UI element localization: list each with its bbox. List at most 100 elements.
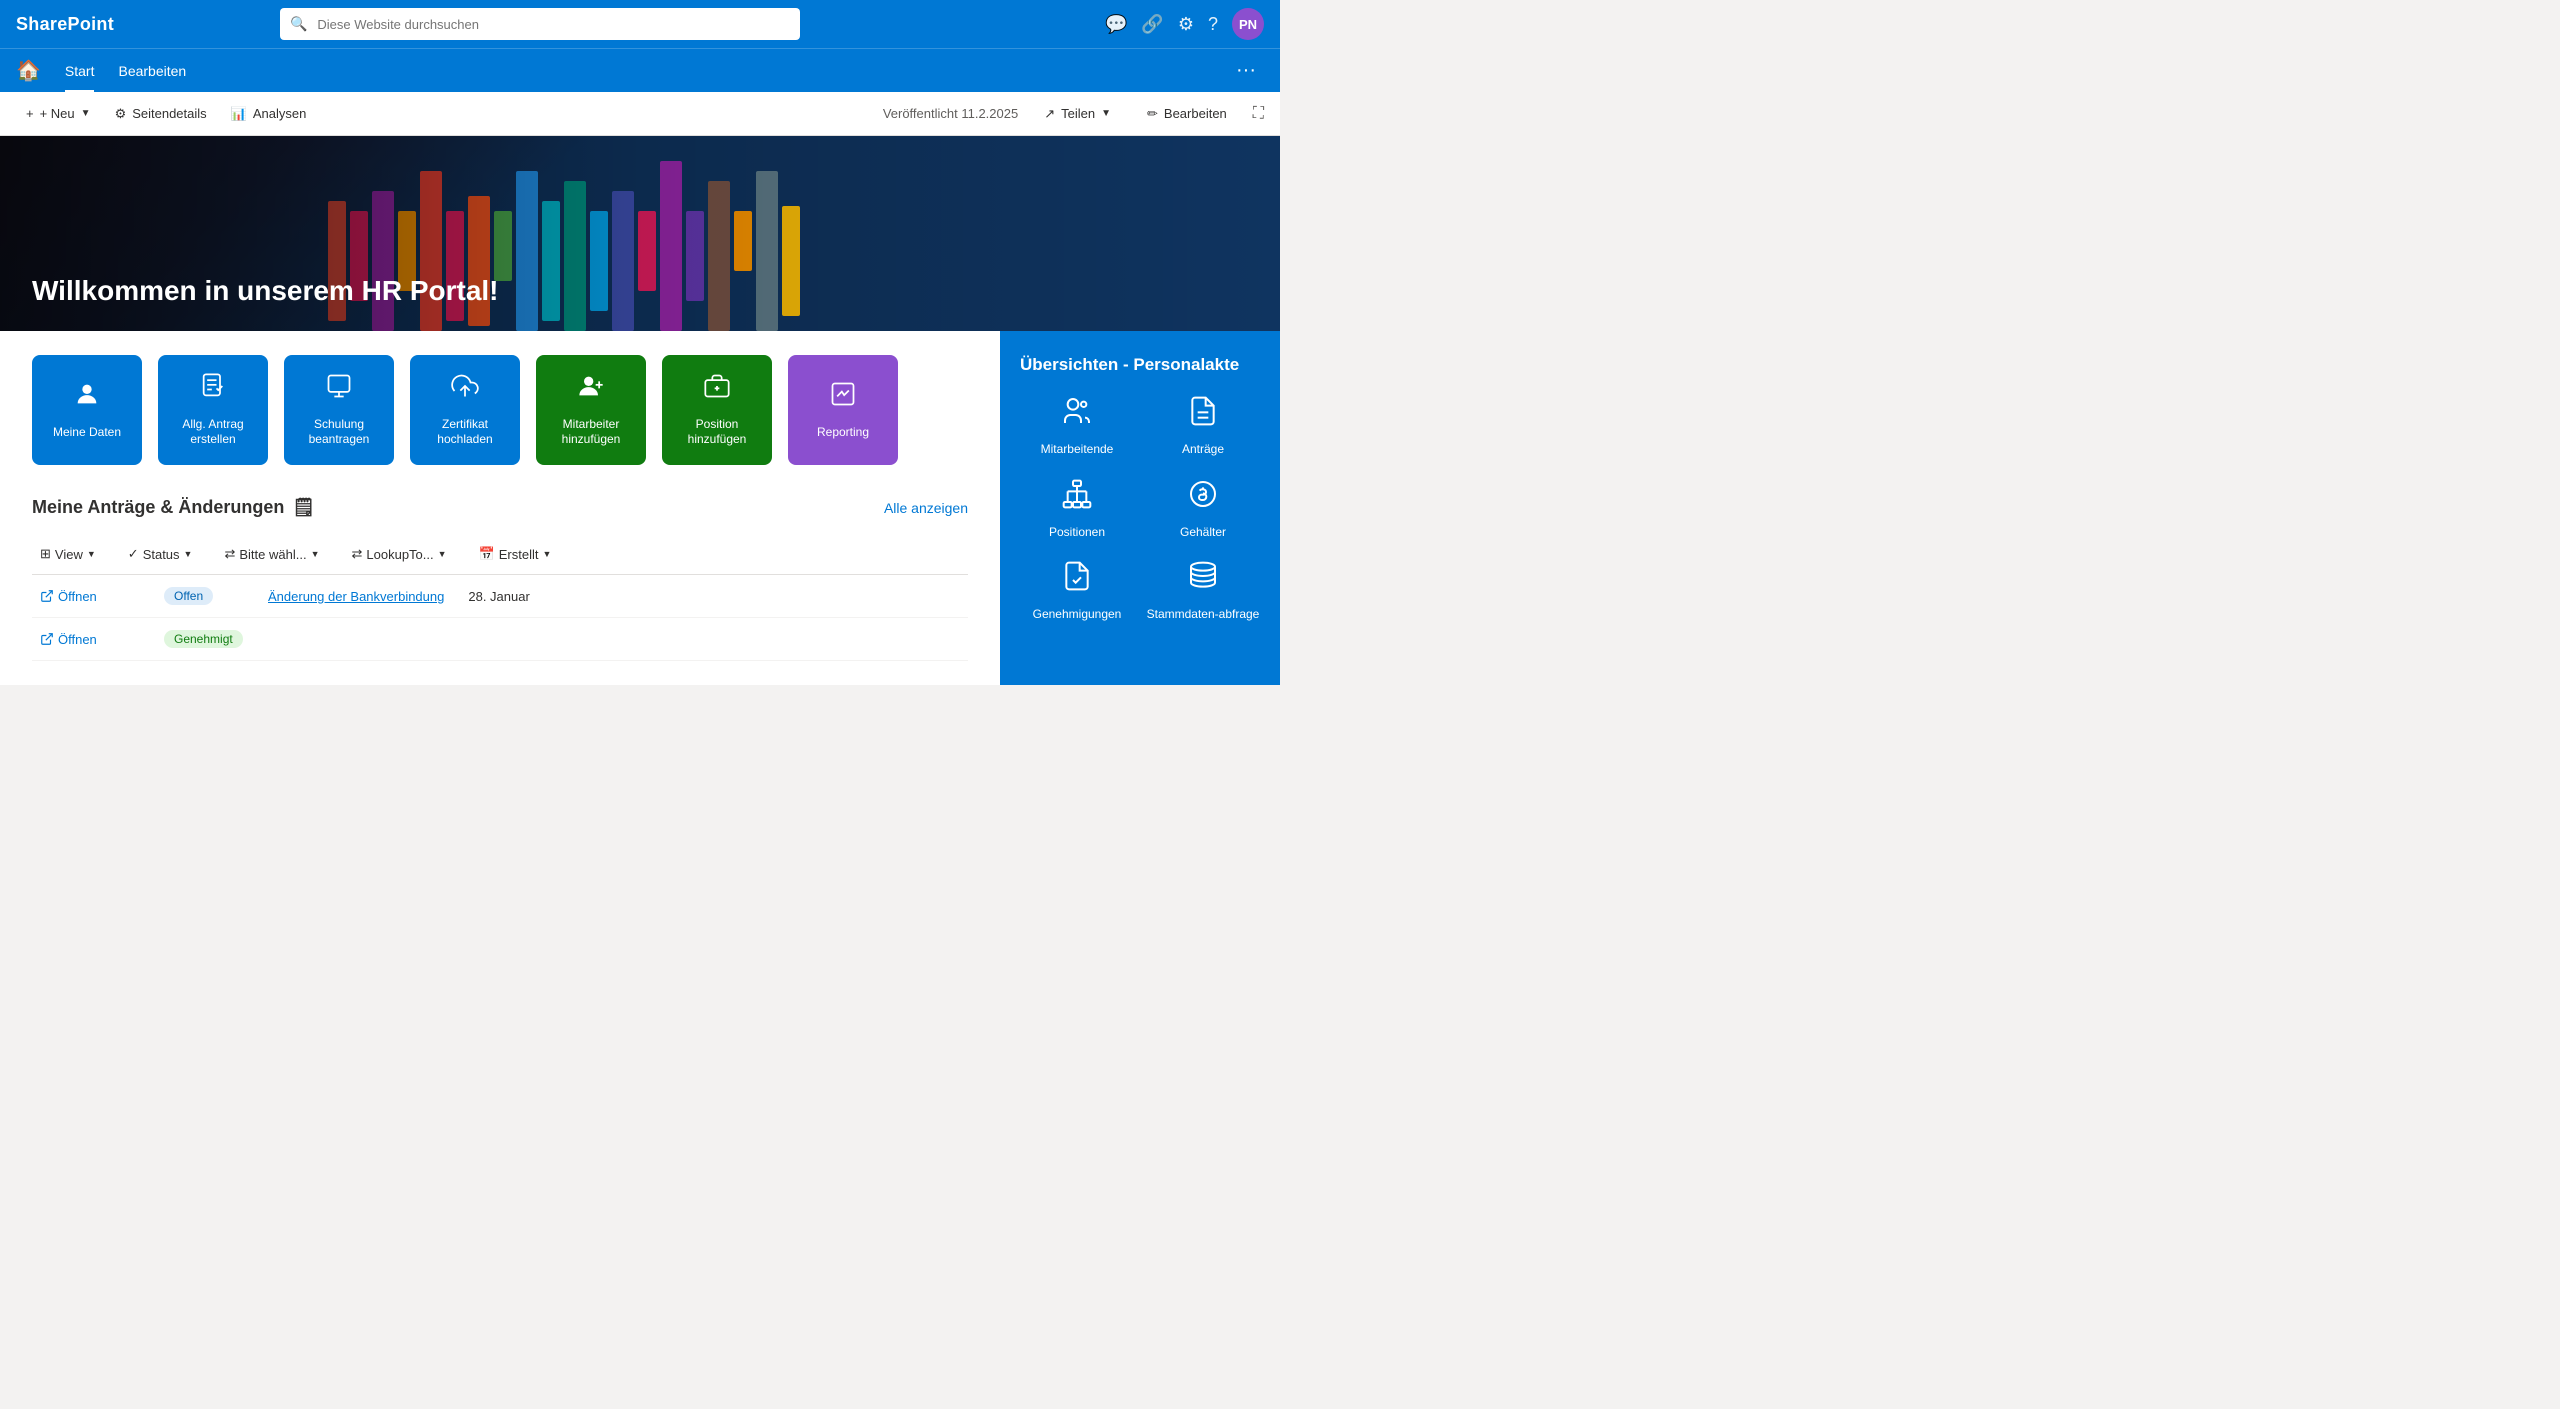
tile-zertifikat[interactable]: Zertifikat hochladen: [410, 355, 520, 465]
analysen-button[interactable]: 📊 Analysen: [221, 100, 317, 128]
tile-mitarbeiter[interactable]: Mitarbeiter hinzufügen: [536, 355, 646, 465]
sidebar-item-mitarbeitende[interactable]: Mitarbeitende: [1020, 395, 1134, 458]
sidebar-item-positionen[interactable]: Positionen: [1020, 478, 1134, 541]
search-input[interactable]: [280, 8, 800, 40]
new-icon: +: [26, 106, 34, 121]
check-icon: ✓: [128, 546, 139, 562]
avatar[interactable]: PN: [1232, 8, 1264, 40]
search-bar: 🔍: [280, 8, 800, 40]
list-row: Öffnen Offen Änderung der Bankverbindung…: [32, 575, 968, 618]
share-icon: ↗: [1044, 106, 1055, 122]
section-emoji: 🗒: [292, 497, 315, 518]
swap-icon: ⇄: [224, 546, 235, 562]
published-info: Veröffentlicht 11.2.2025 ↗ Teilen ▼ ✏ Be…: [883, 100, 1264, 128]
col-action: Öffnen: [40, 589, 140, 604]
sidebar-item-label: Stammdaten-abfrage: [1147, 607, 1260, 623]
sidebar-item-antraege[interactable]: Anträge: [1146, 395, 1260, 458]
swap-icon-2: ⇄: [352, 546, 363, 562]
col-action: Öffnen: [40, 632, 140, 647]
brand-logo: SharePoint: [16, 14, 114, 35]
more-options-button[interactable]: ···: [1228, 59, 1264, 82]
secondary-navigation: 🏠 Start Bearbeiten ···: [0, 48, 1280, 92]
chart-icon: 📊: [231, 106, 247, 122]
open-link[interactable]: Öffnen: [40, 632, 140, 647]
chevron-down-icon: ▼: [184, 549, 193, 559]
sidebar-item-genehmigungen[interactable]: Genehmigungen: [1020, 560, 1134, 623]
sidebar-title: Übersichten - Personalakte: [1020, 355, 1260, 375]
sidebar-item-label: Mitarbeitende: [1041, 442, 1114, 458]
chevron-down-icon: ▼: [438, 549, 447, 559]
item-link[interactable]: Änderung der Bankverbindung: [268, 589, 444, 604]
sidebar-item-label: Anträge: [1182, 442, 1224, 458]
share-button[interactable]: ↗ Teilen ▼: [1034, 100, 1121, 128]
tile-meine-daten[interactable]: Meine Daten: [32, 355, 142, 465]
tile-position[interactable]: Position hinzufügen: [662, 355, 772, 465]
tile-schulung[interactable]: Schulung beantragen: [284, 355, 394, 465]
nav-link-start[interactable]: Start: [53, 49, 107, 93]
chevron-down-icon: ▼: [87, 549, 96, 559]
page-toolbar: + + Neu ▼ ⚙ Seitendetails 📊 Analysen Ver…: [0, 92, 1280, 136]
upload-icon: [451, 372, 479, 409]
calendar-icon: 📅: [479, 546, 495, 562]
people-icon: [1061, 395, 1093, 434]
col-status: Offen: [164, 587, 244, 605]
pencil-icon: ✏: [1147, 106, 1158, 122]
database-search-icon: [1187, 560, 1219, 599]
chevron-down-icon: ▼: [542, 549, 551, 559]
sidebar-item-label: Positionen: [1049, 525, 1105, 541]
add-person-icon: [577, 372, 605, 409]
col-status: Genehmigt: [164, 630, 244, 648]
nav-link-bearbeiten[interactable]: Bearbeiten: [106, 49, 198, 93]
chevron-down-icon: ▼: [81, 108, 91, 119]
sidebar-right: Übersichten - Personalakte Mitarbeitende: [1000, 331, 1280, 685]
search-icon: 🔍: [290, 16, 307, 33]
document-icon: [1187, 395, 1219, 434]
form-icon: [199, 372, 227, 409]
top-navigation: SharePoint 🔍 💬 🔗 ⚙ ? PN: [0, 0, 1280, 48]
filter-view[interactable]: ⊞ View ▼: [32, 542, 104, 566]
sidebar-item-gehaelter[interactable]: Gehälter: [1146, 478, 1260, 541]
filter-bitte[interactable]: ⇄ Bitte wähl... ▼: [216, 542, 327, 566]
chevron-down-icon: ▼: [311, 549, 320, 559]
edit-button[interactable]: ✏ Bearbeiten: [1137, 100, 1237, 128]
home-icon[interactable]: 🏠: [16, 58, 41, 83]
expand-icon[interactable]: ⛶: [1253, 105, 1264, 123]
share-people-icon[interactable]: 🔗: [1141, 14, 1163, 35]
section-header: Meine Anträge & Änderungen 🗒 Alle anzeig…: [32, 497, 968, 518]
col-type: Änderung der Bankverbindung: [268, 588, 444, 604]
tile-reporting[interactable]: Reporting: [788, 355, 898, 465]
sidebar-item-label: Genehmigungen: [1033, 607, 1122, 623]
content-area: Meine Daten Allg. Antrag erstellen Schul…: [0, 331, 1000, 685]
gear-icon: ⚙: [115, 106, 127, 122]
help-icon[interactable]: ?: [1208, 14, 1218, 35]
briefcase-icon: [703, 372, 731, 409]
section-title: Meine Anträge & Änderungen 🗒: [32, 497, 315, 518]
sidebar-grid: Mitarbeitende Anträge: [1020, 395, 1260, 623]
list-row: Öffnen Genehmigt: [32, 618, 968, 661]
filter-bar: ⊞ View ▼ ✓ Status ▼ ⇄ Bitte wähl... ▼ ⇄ …: [32, 534, 968, 575]
settings-icon[interactable]: ⚙: [1178, 14, 1194, 35]
quick-actions-grid: Meine Daten Allg. Antrag erstellen Schul…: [32, 355, 968, 465]
share-chevron-icon: ▼: [1101, 108, 1111, 119]
hero-title: Willkommen in unserem HR Portal!: [32, 275, 499, 307]
open-link[interactable]: Öffnen: [40, 589, 140, 604]
sidebar-item-stammdaten[interactable]: Stammdaten-abfrage: [1146, 560, 1260, 623]
sidebar-item-label: Gehälter: [1180, 525, 1226, 541]
new-button[interactable]: + + Neu ▼: [16, 100, 101, 127]
view-icon: ⊞: [40, 546, 51, 562]
training-icon: [325, 372, 353, 409]
main-content: Meine Daten Allg. Antrag erstellen Schul…: [0, 331, 1280, 685]
all-link[interactable]: Alle anzeigen: [884, 500, 968, 516]
status-badge: Offen: [164, 587, 213, 605]
status-badge: Genehmigt: [164, 630, 243, 648]
filter-status[interactable]: ✓ Status ▼: [120, 542, 201, 566]
comment-icon[interactable]: 💬: [1105, 14, 1127, 35]
tile-antrag-erstellen[interactable]: Allg. Antrag erstellen: [158, 355, 268, 465]
page-details-button[interactable]: ⚙ Seitendetails: [105, 100, 217, 128]
hero-banner: Willkommen in unserem HR Portal!: [0, 136, 1280, 331]
filter-lookup[interactable]: ⇄ LookupTo... ▼: [344, 542, 455, 566]
salary-icon: [1187, 478, 1219, 517]
filter-erstellt[interactable]: 📅 Erstellt ▼: [471, 542, 560, 566]
org-chart-icon: [1061, 478, 1093, 517]
reporting-icon: [829, 380, 857, 417]
